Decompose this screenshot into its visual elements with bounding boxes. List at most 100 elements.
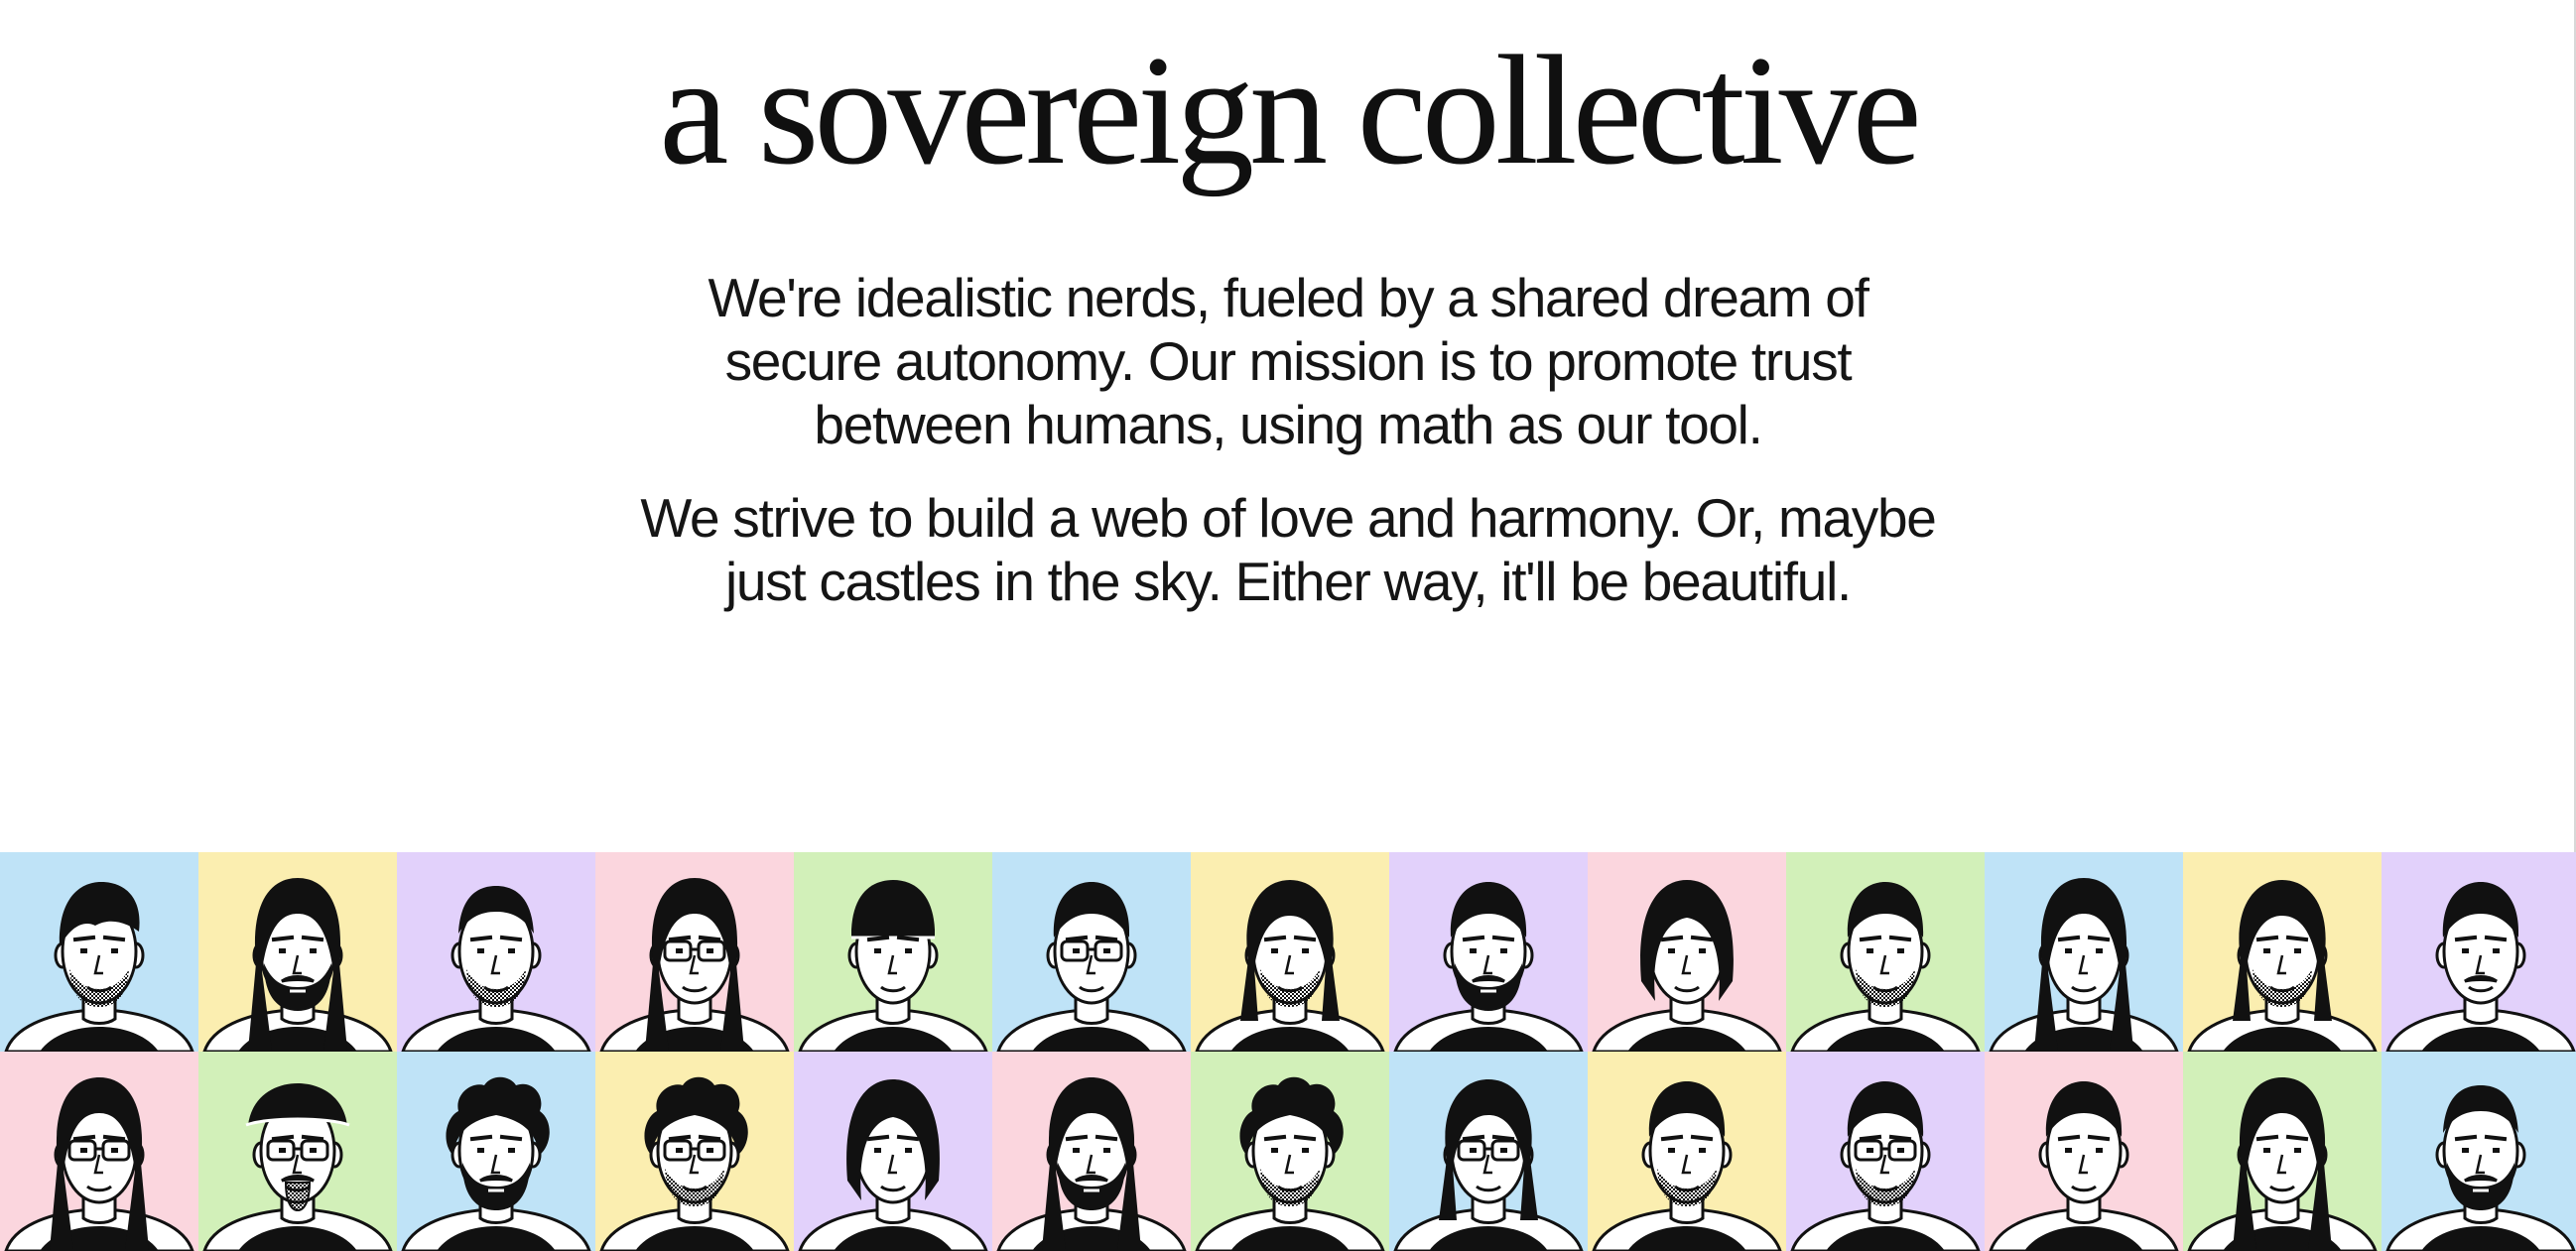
- left-eye: [2462, 948, 2469, 953]
- team-member-portrait: [794, 1052, 992, 1251]
- right-brow: [1690, 935, 1714, 942]
- portrait-illustration: [2183, 852, 2382, 1052]
- team-member-portrait: [1389, 852, 1588, 1052]
- left-eye: [2462, 1148, 2469, 1153]
- right-eye: [310, 1148, 317, 1153]
- team-member-portrait: [1588, 1052, 1786, 1251]
- right-brow: [1690, 1134, 1714, 1142]
- left-eye: [874, 948, 881, 953]
- team-member-portrait: [992, 1052, 1191, 1251]
- team-member-portrait: [1389, 1052, 1588, 1251]
- left-eye: [2065, 1148, 2072, 1153]
- right-brow: [1888, 1134, 1912, 1142]
- mustache: [281, 975, 315, 983]
- left-eye: [874, 1148, 881, 1153]
- team-member-portrait: [397, 852, 595, 1052]
- right-brow: [102, 1134, 126, 1142]
- right-eye: [905, 1148, 912, 1153]
- right-eye: [707, 1148, 713, 1153]
- mission-paragraph: We're idealistic nerds, fueled by a shar…: [708, 267, 1868, 455]
- left-brow: [1660, 1134, 1684, 1142]
- portrait-illustration: [198, 1052, 397, 1251]
- left-eye: [1668, 1148, 1675, 1153]
- right-eye: [111, 1148, 118, 1153]
- left-brow: [2255, 935, 2279, 942]
- team-member-portrait: [198, 1052, 397, 1251]
- left-brow: [1263, 935, 1287, 942]
- left-brow: [271, 1134, 295, 1142]
- mustache: [2464, 1175, 2498, 1183]
- left-brow: [72, 935, 96, 942]
- right-brow: [499, 1134, 523, 1142]
- left-brow: [271, 935, 295, 942]
- left-eye: [1271, 1148, 1278, 1153]
- portrait-illustration: [1588, 1052, 1786, 1251]
- left-eye: [1470, 1148, 1477, 1153]
- right-eye: [1103, 948, 1110, 953]
- right-eye: [905, 948, 912, 953]
- left-brow: [1462, 935, 1485, 942]
- team-member-portrait: [2382, 852, 2576, 1052]
- right-brow: [896, 935, 920, 942]
- left-eye: [477, 1148, 484, 1153]
- left-brow: [2057, 1134, 2081, 1142]
- portrait-illustration: [0, 1052, 198, 1251]
- left-eye: [1668, 948, 1675, 953]
- left-brow: [2454, 1134, 2478, 1142]
- team-member-portrait: [992, 852, 1191, 1052]
- team-member-portrait: [0, 1052, 198, 1251]
- portrait-illustration: [1191, 852, 1389, 1052]
- right-brow: [301, 1134, 324, 1142]
- right-eye: [310, 948, 317, 953]
- left-eye: [676, 948, 683, 953]
- right-eye: [2294, 948, 2301, 953]
- left-brow: [2255, 1134, 2279, 1142]
- portrait-illustration: [1786, 852, 1985, 1052]
- portrait-illustration: [198, 852, 397, 1052]
- team-member-portrait: [1985, 852, 2183, 1052]
- right-brow: [1095, 935, 1118, 942]
- page-title: a sovereign collective: [659, 24, 1922, 197]
- right-eye: [508, 948, 515, 953]
- left-eye: [2263, 1148, 2270, 1153]
- left-eye: [1271, 948, 1278, 953]
- left-brow: [866, 935, 890, 942]
- left-eye: [477, 948, 484, 953]
- mustache: [281, 1175, 315, 1183]
- team-member-portrait: [1191, 1052, 1389, 1251]
- portrait-illustration: [2183, 1052, 2382, 1251]
- right-brow: [102, 935, 126, 942]
- right-eye: [2493, 1148, 2500, 1153]
- right-brow: [2285, 935, 2309, 942]
- team-member-portrait: [1588, 852, 1786, 1052]
- portrait-illustration: [992, 1052, 1191, 1251]
- right-eye: [2096, 948, 2103, 953]
- portrait-illustration: [0, 852, 198, 1052]
- left-brow: [1462, 1134, 1485, 1142]
- right-brow: [698, 935, 721, 942]
- left-eye: [80, 1148, 87, 1153]
- team-member-portrait: [0, 852, 198, 1052]
- portrait-illustration: [2382, 852, 2576, 1052]
- portrait-illustration: [1389, 1052, 1588, 1251]
- team-member-portrait: [1191, 852, 1389, 1052]
- right-brow: [2087, 935, 2111, 942]
- portrait-illustration: [2382, 1052, 2576, 1251]
- team-member-portrait: [2183, 1052, 2382, 1251]
- left-eye: [1867, 948, 1873, 953]
- team-member-portrait: [1786, 852, 1985, 1052]
- portrait-illustration: [397, 852, 595, 1052]
- portrait-illustration: [595, 1052, 794, 1251]
- left-brow: [1859, 1134, 1882, 1142]
- right-eye: [1500, 948, 1507, 953]
- right-eye: [1897, 948, 1904, 953]
- right-eye: [1103, 1148, 1110, 1153]
- right-eye: [707, 948, 713, 953]
- portrait-illustration: [1985, 852, 2183, 1052]
- right-eye: [2294, 1148, 2301, 1153]
- right-brow: [1888, 935, 1912, 942]
- right-eye: [2493, 948, 2500, 953]
- right-brow: [1491, 935, 1515, 942]
- right-eye: [1699, 948, 1706, 953]
- left-brow: [1065, 935, 1089, 942]
